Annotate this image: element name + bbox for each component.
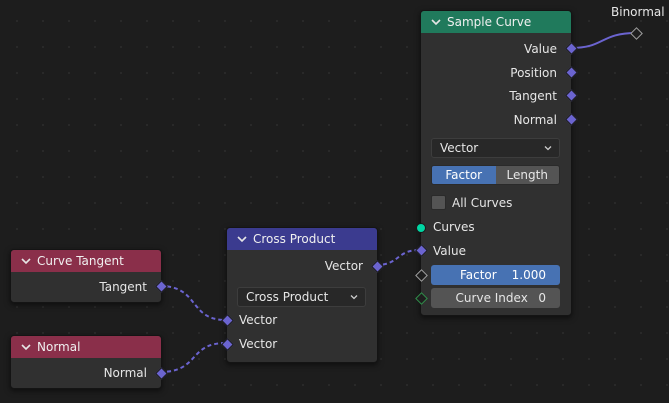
chevron-down-icon[interactable]: [429, 15, 443, 29]
mode-factor-button[interactable]: Factor: [432, 166, 496, 184]
chevron-down-icon[interactable]: [235, 232, 249, 246]
normal-node[interactable]: Normal Normal: [10, 335, 168, 389]
chevron-down-icon: [544, 146, 552, 151]
curve-index-field[interactable]: Curve Index 0: [431, 288, 560, 308]
output-position: Position: [510, 66, 557, 80]
normal-header[interactable]: Normal: [11, 336, 161, 358]
operation-dropdown[interactable]: Cross Product: [237, 287, 366, 307]
normal-title: Normal: [37, 340, 81, 354]
cross-product-header[interactable]: Cross Product: [227, 228, 377, 250]
input-curves: Curves: [433, 220, 475, 234]
factor-field[interactable]: Factor 1.000: [431, 265, 560, 285]
input-vector-2: Vector: [239, 337, 278, 351]
input-value: Value: [433, 244, 466, 258]
sample-curve-header[interactable]: Sample Curve: [421, 11, 571, 33]
data-type-dropdown[interactable]: Vector: [431, 138, 560, 158]
curve-tangent-header[interactable]: Curve Tangent: [11, 250, 161, 272]
cross-product-title: Cross Product: [253, 232, 336, 246]
chevron-down-icon[interactable]: [19, 340, 33, 354]
output-value: Value: [524, 42, 557, 56]
curve-tangent-node[interactable]: Curve Tangent Tangent: [10, 249, 168, 303]
chevron-down-icon[interactable]: [19, 254, 33, 268]
mode-length-button[interactable]: Length: [495, 166, 559, 184]
cross-product-node[interactable]: Cross Product Vector Cross Product Vecto…: [221, 227, 384, 363]
output-normal: Normal: [513, 113, 557, 127]
checkbox-box[interactable]: [431, 195, 446, 210]
output-tangent: Tangent: [509, 89, 557, 103]
sample-curve-title: Sample Curve: [447, 15, 532, 29]
output-tangent: Tangent: [99, 280, 147, 294]
output-normal: Normal: [103, 366, 147, 380]
chevron-down-icon: [350, 295, 358, 300]
mode-toggle[interactable]: Factor Length: [431, 165, 560, 185]
output-vector: Vector: [324, 259, 363, 273]
curve-tangent-title: Curve Tangent: [37, 254, 124, 268]
sample-curve-node[interactable]: Sample Curve Value Position Tangent Norm…: [415, 10, 578, 316]
binormal-label: Binormal: [611, 5, 665, 19]
input-curves-socket[interactable]: [416, 223, 426, 233]
input-vector-1: Vector: [239, 313, 278, 327]
all-curves-checkbox[interactable]: All Curves: [431, 195, 512, 210]
